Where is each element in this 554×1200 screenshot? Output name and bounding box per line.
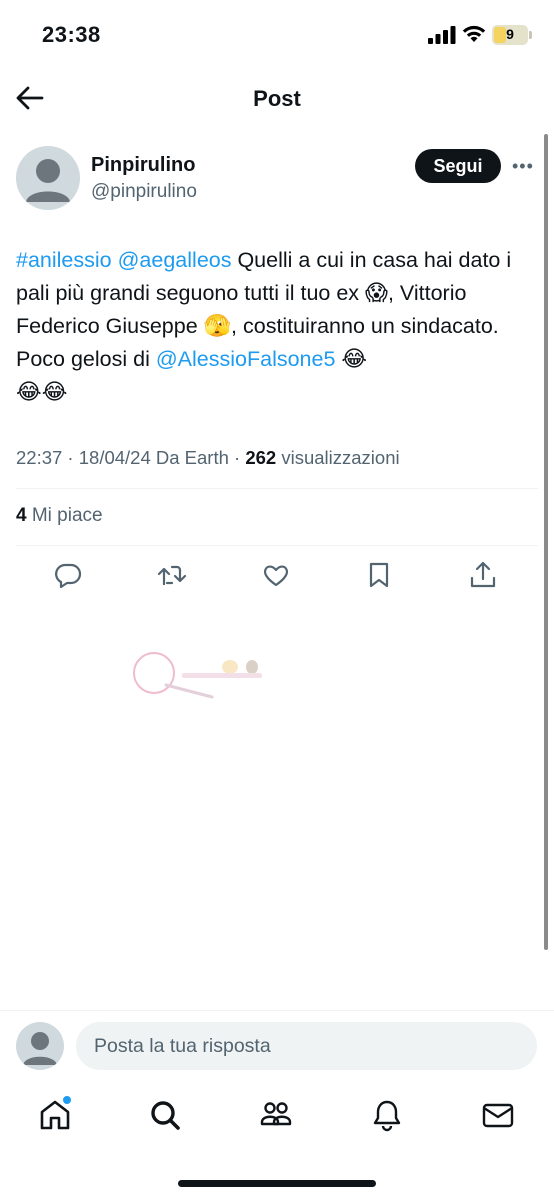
author-handle[interactable]: @pinpirulino: [91, 181, 197, 203]
views-label: visualizzazioni: [276, 447, 400, 468]
post-screen: 23:38 9 Post Pinpirulino @pinpirulino Se…: [0, 0, 554, 1200]
watermark-logo: [133, 652, 262, 699]
more-options-icon[interactable]: •••: [512, 156, 538, 176]
status-bar: 23:38 9: [0, 0, 554, 70]
tweet-text: #anilessio @aegalleos Quelli a cui in ca…: [16, 244, 538, 409]
follow-button[interactable]: Segui: [415, 149, 501, 183]
emoji: 🫣: [203, 314, 232, 339]
mention-link[interactable]: @AlessioFalsone5: [156, 347, 336, 371]
scrollbar[interactable]: [544, 134, 548, 950]
communities-icon[interactable]: [259, 1098, 293, 1132]
home-indicator: [178, 1180, 376, 1187]
notifications-icon[interactable]: [370, 1098, 404, 1132]
views-count: 262: [245, 447, 277, 468]
likes-number: 4: [16, 505, 27, 526]
battery-icon: 9: [492, 25, 528, 45]
action-bar: [0, 560, 554, 594]
mention-link[interactable]: @aegalleos: [118, 248, 232, 272]
avatar[interactable]: [16, 146, 80, 210]
header: Post: [0, 70, 554, 126]
default-avatar-icon: [26, 159, 70, 202]
signal-icon: [428, 26, 456, 44]
divider: [16, 488, 538, 489]
status-time: 23:38: [42, 22, 101, 47]
tweet-timestamp: 22:37 · 18/04/24 Da Earth ·: [16, 447, 246, 468]
battery-level: 9: [506, 26, 514, 42]
like-icon[interactable]: [261, 560, 291, 590]
wifi-icon: [462, 25, 486, 42]
notification-dot: [63, 1096, 71, 1104]
battery-cap: [529, 31, 532, 39]
default-avatar-icon: [23, 1032, 57, 1065]
likes-label: Mi piace: [26, 505, 103, 526]
share-icon[interactable]: [468, 560, 498, 590]
reply-icon[interactable]: [53, 560, 83, 590]
bookmark-icon[interactable]: [364, 560, 394, 590]
emoji: 😂😂: [16, 380, 68, 405]
messages-icon[interactable]: [481, 1098, 515, 1132]
hashtag-link[interactable]: #anilessio: [16, 248, 112, 272]
tweet-meta: 22:37 · 18/04/24 Da Earth · 262 visualiz…: [16, 447, 400, 469]
page-title: Post: [253, 86, 301, 111]
emoji: 😂: [341, 347, 368, 372]
my-avatar: [16, 1022, 64, 1070]
reply-input[interactable]: Posta la tua risposta: [76, 1022, 537, 1070]
search-icon[interactable]: [148, 1098, 182, 1132]
emoji: 😱: [365, 281, 388, 306]
divider: [16, 545, 538, 546]
retweet-icon[interactable]: [157, 560, 187, 590]
likes-count[interactable]: 4 Mi piace: [16, 505, 103, 527]
author-name[interactable]: Pinpirulino: [91, 154, 195, 177]
